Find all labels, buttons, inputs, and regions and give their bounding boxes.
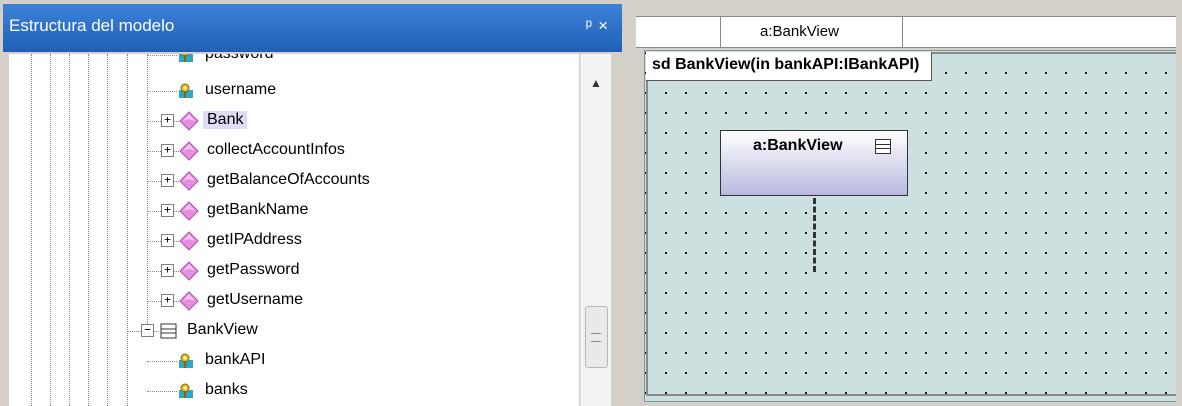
scroll-up-icon[interactable]: ▲: [590, 76, 602, 90]
sd-frame-label[interactable]: sd BankView(in bankAPI:IBankAPI): [646, 52, 933, 81]
tree-item-label: collectAccountInfos: [207, 141, 345, 158]
expand-icon[interactable]: +: [161, 204, 174, 217]
tree-item[interactable]: + collectAccountInfos: [9, 136, 579, 166]
tree-item[interactable]: + getUsername: [9, 286, 579, 316]
close-icon[interactable]: ×: [598, 16, 614, 35]
expand-icon[interactable]: +: [161, 294, 174, 307]
tree-item[interactable]: + getIPAddress: [9, 226, 579, 256]
lifeline-name: a:BankView: [753, 137, 843, 154]
model-structure-panel: Estructura del modelo ᵖ× password usernam…: [0, 0, 622, 406]
class-icon: [875, 139, 891, 154]
tree-item-label: bankAPI: [205, 351, 266, 368]
expand-icon[interactable]: +: [161, 234, 174, 247]
tree-item[interactable]: username: [9, 76, 579, 106]
collapse-icon[interactable]: −: [141, 324, 154, 337]
tree-item-label: banks: [205, 381, 248, 398]
tree-connector: [147, 55, 177, 56]
property-key-icon: [179, 83, 193, 98]
property-key-icon: [179, 54, 193, 62]
property-key-icon: [179, 353, 193, 368]
tree-item[interactable]: + getBankName: [9, 196, 579, 226]
tree-item-label: BankView: [187, 321, 258, 338]
operation-diamond-icon: [179, 201, 199, 221]
panel-title: Estructura del modelo: [9, 16, 175, 35]
tree-item[interactable]: − BankView: [9, 316, 579, 346]
tree-item-label: Bank: [203, 111, 248, 129]
tree-item-label: getUsername: [207, 291, 304, 308]
operation-diamond-icon: [179, 231, 199, 251]
expand-icon[interactable]: +: [161, 114, 174, 127]
tree-item-label: getIPAddress: [207, 231, 302, 248]
tree-scrollbar[interactable]: ▲: [580, 54, 611, 406]
tree-connector: [147, 391, 177, 392]
tree-connector: [147, 91, 177, 92]
diagram-panel: a:BankView sd BankView(in bankAPI:IBankA…: [628, 0, 1182, 406]
sd-frame: [646, 52, 1178, 396]
tree-item[interactable]: banks: [9, 376, 579, 406]
operation-diamond-icon: [179, 171, 199, 191]
tab-label: a:BankView: [760, 23, 839, 40]
panel-titlebar: Estructura del modelo ᵖ×: [3, 4, 622, 52]
operation-diamond-icon: [179, 141, 199, 161]
right-edge: [1176, 16, 1182, 406]
tree-item-label: password: [205, 54, 273, 63]
expand-icon[interactable]: +: [161, 174, 174, 187]
operation-diamond-icon: [179, 111, 199, 131]
tree-item[interactable]: + getPassword: [9, 256, 579, 286]
tree-connector: [147, 361, 177, 362]
tree-item[interactable]: password: [9, 54, 579, 70]
lifeline-box[interactable]: a:BankView: [720, 130, 908, 196]
expand-icon[interactable]: +: [161, 144, 174, 157]
lifeline-dashed-line[interactable]: [813, 198, 816, 272]
diagram-tabbar: a:BankView: [636, 16, 1182, 48]
tab-empty[interactable]: [636, 17, 721, 47]
tab-bankview[interactable]: a:BankView: [720, 17, 903, 47]
tree-item-label: getBankName: [207, 201, 309, 218]
tree-item-label: username: [205, 81, 277, 98]
tree-item[interactable]: + getBalanceOfAccounts: [9, 166, 579, 196]
scroll-thumb[interactable]: [585, 306, 608, 368]
pin-icon[interactable]: ᵖ: [586, 16, 598, 35]
tree-item[interactable]: bankAPI: [9, 346, 579, 376]
property-key-icon: [179, 383, 193, 398]
expand-icon[interactable]: +: [161, 264, 174, 277]
class-icon: [160, 323, 177, 339]
operation-diamond-icon: [179, 291, 199, 311]
operation-diamond-icon: [179, 261, 199, 281]
tree-item[interactable]: + Bank: [9, 106, 579, 136]
grip-icon: [591, 333, 601, 342]
tree-item-label: getPassword: [207, 261, 300, 278]
model-tree[interactable]: password username + Bank + collectAccountInfo…: [9, 54, 579, 406]
tree-item-label: getBalanceOfAccounts: [207, 171, 370, 188]
